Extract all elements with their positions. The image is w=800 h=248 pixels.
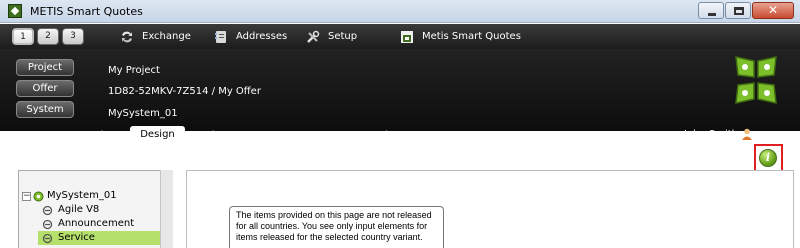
- exchange-button[interactable]: Exchange: [120, 28, 191, 45]
- metis-app-icon: [401, 30, 413, 43]
- minimize-icon: [708, 13, 716, 16]
- workspace-button-2[interactable]: 2: [37, 28, 59, 45]
- main-toolbar: 1 2 3 Exchange Addresses Setup Metis Sma…: [0, 24, 800, 49]
- tab-project[interactable]: Project: [78, 128, 126, 144]
- project-name: My Project: [108, 65, 160, 76]
- tree-item-announcement-units[interactable]: Announcement Units: [58, 217, 158, 243]
- system-node-icon: [33, 191, 44, 202]
- exchange-label: Exchange: [142, 31, 191, 42]
- tab-order[interactable]: Order: [364, 128, 404, 144]
- metis-smart-quotes-label: Metis Smart Quotes: [422, 31, 521, 42]
- metis-smart-quotes-button[interactable]: Metis Smart Quotes: [400, 28, 521, 45]
- current-user-name[interactable]: John Smith: [684, 129, 738, 140]
- workspace-button-3[interactable]: 3: [62, 28, 84, 45]
- help-glyph: i: [765, 151, 771, 164]
- window-controls: ✕: [698, 2, 794, 19]
- tree-collapse-toggle[interactable]: −: [22, 192, 31, 201]
- tree-item-agile-v8[interactable]: Agile V8: [58, 203, 158, 217]
- app-logo-icon: [8, 4, 22, 18]
- setup-tools-icon: [307, 30, 320, 43]
- tab-price[interactable]: Price: [194, 128, 234, 144]
- maximize-icon: [734, 7, 744, 15]
- exchange-icon: [122, 31, 132, 42]
- project-button[interactable]: Project: [16, 59, 74, 76]
- addresses-button[interactable]: Addresses: [214, 28, 287, 45]
- window-title: METIS Smart Quotes: [30, 5, 143, 18]
- component-node-icon: [42, 233, 53, 244]
- project-header: Project Offer System My Project 1D82-52M…: [0, 49, 800, 131]
- component-node-icon: [42, 205, 53, 216]
- help-icon[interactable]: i: [759, 149, 777, 167]
- tree-item-service[interactable]: Service: [58, 231, 158, 245]
- tab-design[interactable]: Design: [130, 126, 185, 144]
- main-tabs: Open Project Design Price Notes Document…: [0, 126, 800, 144]
- component-node-icon: [42, 219, 53, 230]
- minimize-button[interactable]: [698, 2, 724, 19]
- tab-notes[interactable]: Notes: [250, 128, 290, 144]
- addresses-icon: [215, 30, 226, 43]
- tab-open[interactable]: Open: [26, 128, 66, 144]
- close-icon: ✕: [767, 3, 779, 17]
- setup-label: Setup: [328, 31, 358, 42]
- maximize-button[interactable]: [725, 2, 751, 19]
- user-icon[interactable]: [742, 128, 752, 140]
- metis-logo-icon: [735, 56, 777, 104]
- system-button[interactable]: System: [16, 101, 74, 118]
- workspace-button-1[interactable]: 1: [12, 28, 34, 45]
- setup-button[interactable]: Setup: [306, 28, 357, 45]
- availability-notice: The items provided on this page are not …: [229, 206, 444, 248]
- tab-documents[interactable]: Documents: [300, 128, 357, 144]
- offer-name: 1D82-52MKV-7Z514 / My Offer: [108, 86, 261, 97]
- addresses-label: Addresses: [236, 31, 288, 42]
- system-name: MySystem_01: [108, 108, 178, 119]
- close-button[interactable]: ✕: [752, 2, 794, 19]
- workspace-buttons: 1 2 3: [12, 28, 84, 45]
- tree-root-item[interactable]: MySystem_01: [47, 189, 157, 203]
- offer-button[interactable]: Offer: [16, 80, 74, 97]
- tab-news[interactable]: News: [422, 128, 458, 144]
- tree-scrollbar[interactable]: [160, 170, 173, 248]
- title-bar: METIS Smart Quotes ✕: [0, 0, 800, 23]
